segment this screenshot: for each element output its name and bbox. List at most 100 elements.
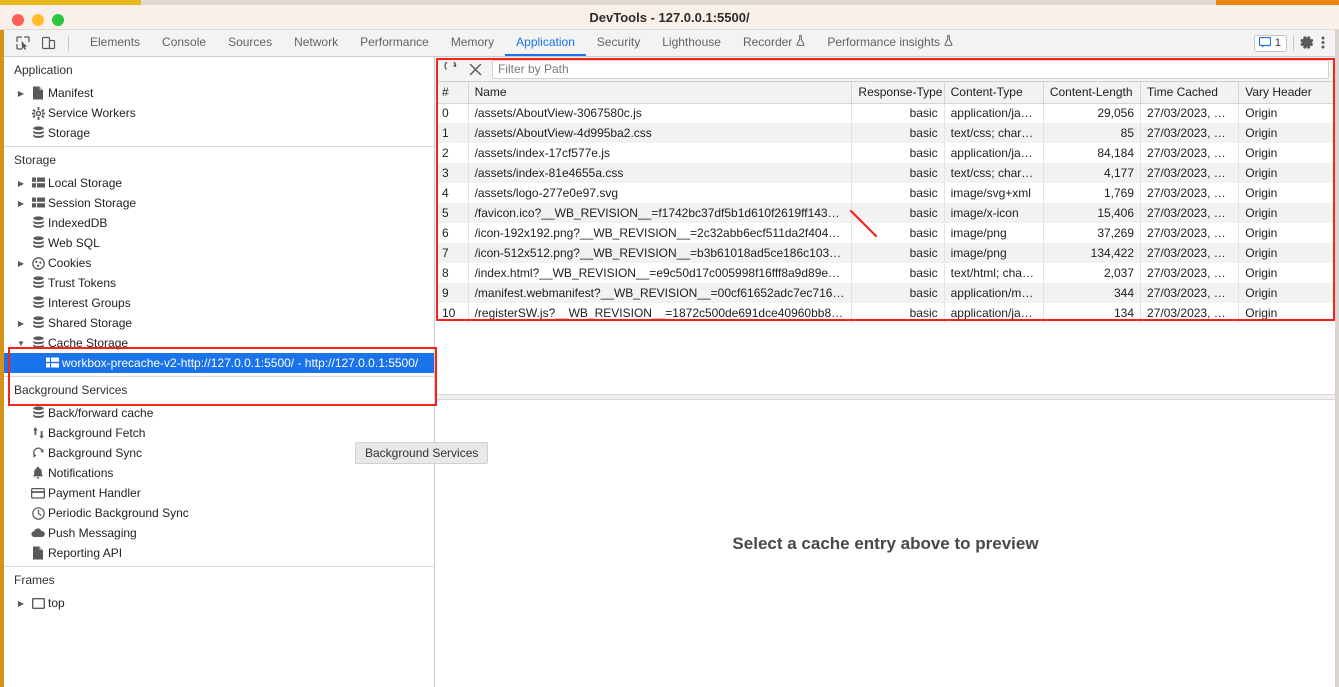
column-header-content-length[interactable]: Content-Length bbox=[1043, 82, 1142, 104]
sidebar-item-trust-tokens[interactable]: ▶Trust Tokens bbox=[4, 273, 434, 293]
tab-console[interactable]: Console bbox=[151, 30, 217, 56]
sidebar-item-label: Background Fetch bbox=[48, 426, 146, 440]
cache-entries-table[interactable]: # Name Response-Type Content-Type Conten… bbox=[436, 82, 1335, 323]
sidebar-item-periodic-background-sync[interactable]: ▶Periodic Background Sync bbox=[4, 503, 434, 523]
table-row[interactable]: 2/assets/index-17cf577e.js basic applicati… bbox=[436, 143, 1335, 163]
filter-by-path-input[interactable] bbox=[492, 59, 1329, 79]
table-row[interactable]: 1/assets/AboutView-4d995ba2.css basic text… bbox=[436, 123, 1335, 143]
chevron-down-icon[interactable]: ▼ bbox=[14, 339, 28, 348]
tab-sources[interactable]: Sources bbox=[217, 30, 283, 56]
table-row[interactable]: 0/assets/AboutView-3067580c.js basic appli… bbox=[436, 103, 1335, 123]
minimize-button[interactable] bbox=[32, 14, 44, 26]
cell-name: /manifest.webmanifest?__WB_REVISION__=00… bbox=[468, 283, 853, 303]
tabbar-tool-icons bbox=[4, 30, 79, 56]
kebab-menu-icon[interactable] bbox=[1321, 35, 1325, 52]
tab-security[interactable]: Security bbox=[586, 30, 651, 56]
chevron-right-icon[interactable]: ▶ bbox=[14, 199, 28, 208]
cookie-icon bbox=[28, 256, 48, 270]
cell-index: 9 bbox=[436, 283, 469, 303]
table-row[interactable]: 5/favicon.ico?__WB_REVISION__=f1742bc37d… bbox=[436, 203, 1335, 223]
column-header-name[interactable]: Name bbox=[468, 82, 853, 104]
tab-elements[interactable]: Elements bbox=[79, 30, 151, 56]
clear-icon[interactable] bbox=[464, 59, 486, 79]
sidebar-item-top[interactable]: ▶ top bbox=[4, 593, 434, 613]
table-row[interactable]: 4/assets/logo-277e0e97.svg basic image/svg… bbox=[436, 183, 1335, 203]
sidebar-item-manifest[interactable]: ▶ Manifest bbox=[4, 83, 434, 103]
column-header-index[interactable]: # bbox=[436, 82, 469, 104]
sidebar-item-push-messaging[interactable]: ▶Push Messaging bbox=[4, 523, 434, 543]
sidebar-item-web-sql[interactable]: ▶Web SQL bbox=[4, 233, 434, 253]
sidebar-item-notifications[interactable]: ▶Notifications bbox=[4, 463, 434, 483]
sidebar-item-label: Storage bbox=[48, 126, 91, 140]
table-row[interactable]: 6/icon-192x192.png?__WB_REVISION__=2c32a… bbox=[436, 223, 1335, 243]
refresh-icon[interactable] bbox=[440, 59, 462, 79]
cell-response-type: basic bbox=[851, 103, 945, 123]
close-button[interactable] bbox=[12, 14, 24, 26]
inspect-element-icon[interactable] bbox=[12, 33, 34, 53]
sidebar-item-workbox-precache-v2-http-127-0-0-1-5500-ht[interactable]: ▶workbox-precache-v2-http://127.0.0.1:55… bbox=[4, 353, 434, 373]
cell-response-type: basic bbox=[851, 303, 945, 323]
experimental-flask-icon bbox=[796, 35, 805, 49]
application-sidebar[interactable]: Application▶Manifest▶Service Workers▶Sto… bbox=[4, 57, 435, 687]
cell-vary-header: Origin bbox=[1238, 143, 1335, 163]
document-icon bbox=[28, 546, 48, 560]
sidebar-item-storage[interactable]: ▶Storage bbox=[4, 123, 434, 143]
table-row[interactable]: 9/manifest.webmanifest?__WB_REVISION__=0… bbox=[436, 283, 1335, 303]
cell-time-cached: 27/03/2023, … bbox=[1140, 103, 1240, 123]
chevron-right-icon[interactable]: ▶ bbox=[14, 259, 28, 268]
tab-application[interactable]: Application bbox=[505, 30, 586, 56]
sidebar-section-title: Storage bbox=[14, 153, 57, 167]
sidebar-item-interest-groups[interactable]: ▶Interest Groups bbox=[4, 293, 434, 313]
database-icon bbox=[28, 406, 48, 420]
cell-content-length: 15,406 bbox=[1043, 203, 1142, 223]
sidebar-item-label: Manifest bbox=[48, 86, 94, 100]
sidebar-item-local-storage[interactable]: ▶ Local Storage bbox=[4, 173, 434, 193]
column-header-vary-header[interactable]: Vary Header bbox=[1238, 82, 1335, 104]
table-row[interactable]: 10/registerSW.js?__WB_REVISION__=1872c50… bbox=[436, 303, 1335, 323]
table-row[interactable]: 8/index.html?__WB_REVISION__=e9c50d17c00… bbox=[436, 263, 1335, 283]
cell-vary-header: Origin bbox=[1238, 223, 1335, 243]
database-icon bbox=[28, 276, 48, 290]
bell-icon bbox=[28, 466, 48, 480]
sidebar-item-shared-storage[interactable]: ▶ Shared Storage bbox=[4, 313, 434, 333]
table-body: 0/assets/AboutView-3067580c.js basic appli… bbox=[436, 103, 1335, 323]
tab-network[interactable]: Network bbox=[283, 30, 349, 56]
sidebar-item-label: IndexedDB bbox=[48, 216, 108, 230]
device-toolbar-icon[interactable] bbox=[38, 33, 60, 53]
sidebar-item-indexeddb[interactable]: ▶IndexedDB bbox=[4, 213, 434, 233]
tab-recorder[interactable]: Recorder bbox=[732, 30, 816, 56]
sidebar-item-label: Session Storage bbox=[48, 196, 137, 210]
tab-lighthouse[interactable]: Lighthouse bbox=[651, 30, 732, 56]
cell-time-cached: 27/03/2023, … bbox=[1140, 223, 1240, 243]
table-row[interactable]: 7/icon-512x512.png?__WB_REVISION__=b3b61… bbox=[436, 243, 1335, 263]
sidebar-item-service-workers[interactable]: ▶Service Workers bbox=[4, 103, 434, 123]
chevron-right-icon[interactable]: ▶ bbox=[14, 89, 28, 98]
traffic-lights bbox=[12, 14, 64, 26]
sidebar-item-cache-storage[interactable]: ▼ Cache Storage bbox=[4, 333, 434, 353]
gear-icon[interactable] bbox=[1300, 35, 1315, 52]
tab-performance-insights[interactable]: Performance insights bbox=[816, 30, 964, 56]
chevron-right-icon[interactable]: ▶ bbox=[14, 179, 28, 188]
cell-response-type: basic bbox=[851, 283, 945, 303]
cell-content-type: application/ja… bbox=[944, 303, 1044, 323]
sidebar-item-session-storage[interactable]: ▶ Session Storage bbox=[4, 193, 434, 213]
column-header-content-type[interactable]: Content-Type bbox=[944, 82, 1044, 104]
column-header-response-type[interactable]: Response-Type bbox=[851, 82, 945, 104]
cell-time-cached: 27/03/2023, … bbox=[1140, 283, 1240, 303]
sidebar-item-background-fetch[interactable]: ▶Background Fetch bbox=[4, 423, 434, 443]
zoom-button[interactable] bbox=[52, 14, 64, 26]
tab-memory[interactable]: Memory bbox=[440, 30, 505, 56]
cell-index: 5 bbox=[436, 203, 469, 223]
chevron-right-icon[interactable]: ▶ bbox=[14, 319, 28, 328]
cache-preview-panel: Select a cache entry above to preview bbox=[436, 400, 1335, 687]
column-header-time-cached[interactable]: Time Cached bbox=[1140, 82, 1240, 104]
tab-performance[interactable]: Performance bbox=[349, 30, 440, 56]
sidebar-item-payment-handler[interactable]: ▶Payment Handler bbox=[4, 483, 434, 503]
sidebar-item-reporting-api[interactable]: ▶Reporting API bbox=[4, 543, 434, 563]
sidebar-item-back-forward-cache[interactable]: ▶Back/forward cache bbox=[4, 403, 434, 423]
message-count-badge[interactable]: 1 bbox=[1253, 34, 1287, 52]
sidebar-item-cookies[interactable]: ▶ Cookies bbox=[4, 253, 434, 273]
chevron-right-icon[interactable]: ▶ bbox=[14, 599, 28, 608]
sync-icon bbox=[28, 447, 48, 460]
table-row[interactable]: 3/assets/index-81e4655a.css basic text/css… bbox=[436, 163, 1335, 183]
